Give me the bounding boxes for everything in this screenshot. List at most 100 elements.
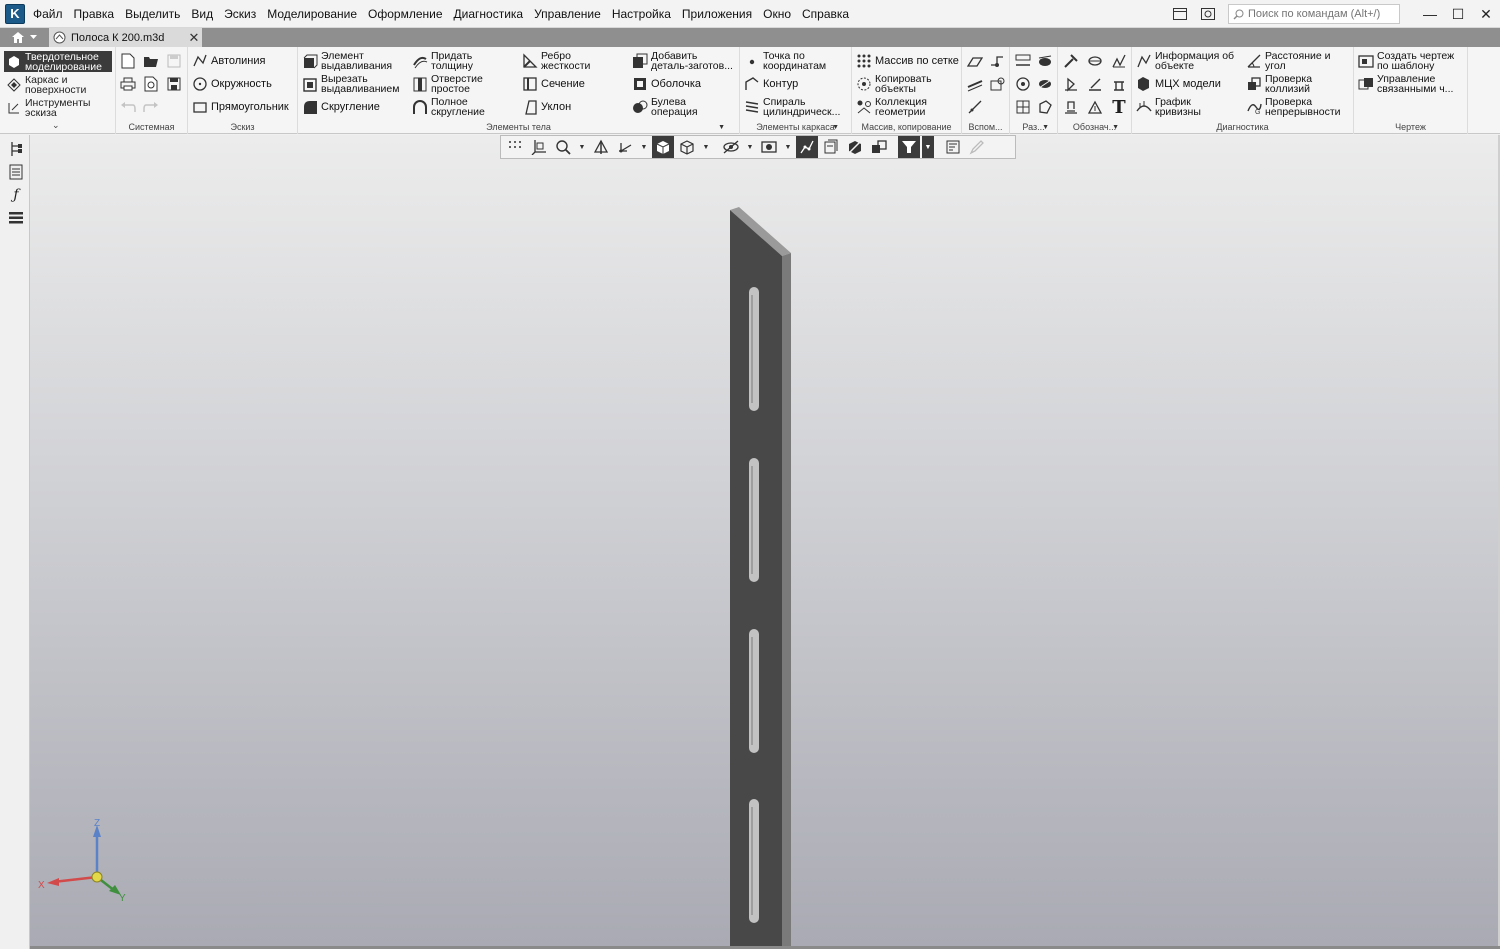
local-cs-icon[interactable] [528, 136, 550, 158]
datum-icon[interactable] [1085, 51, 1105, 71]
variables-icon[interactable]: ƒ [6, 185, 26, 205]
cylindrical-spiral-button[interactable]: Спираль цилиндрическ... [744, 96, 840, 118]
mass-properties-button[interactable]: МЦХ модели [1136, 73, 1221, 95]
pen-tool-icon[interactable] [966, 136, 988, 158]
section-button[interactable]: Сечение [522, 73, 585, 95]
copy-objects-button[interactable]: Копировать объекты [856, 73, 932, 95]
exploded-view-icon[interactable] [868, 136, 890, 158]
base-icon[interactable] [1061, 97, 1081, 117]
part-model[interactable] [30, 135, 1498, 946]
extrude-button[interactable]: Элемент выдавливания [302, 50, 392, 72]
full-round-button[interactable]: Полное скругление [412, 96, 485, 118]
rib-button[interactable]: Ребро жесткости [522, 50, 590, 72]
circle-button[interactable]: Окружность [192, 73, 272, 95]
preview-icon[interactable] [141, 74, 161, 94]
visibility-dropdown-icon[interactable]: ▼ [782, 136, 794, 158]
shell-button[interactable]: Оболочка [632, 73, 701, 95]
filter-icon[interactable] [898, 136, 920, 158]
boolean-button[interactable]: Булева операция [632, 96, 698, 118]
continuity-check-button[interactable]: G Проверка непрерывности [1246, 96, 1341, 118]
menu-item-9[interactable]: Настройка [612, 7, 671, 21]
aux-point-icon[interactable] [987, 51, 1007, 71]
create-drawing-button[interactable]: Создать чертеж по шаблону [1358, 50, 1454, 72]
app-logo[interactable]: K [5, 4, 25, 24]
open-folder-icon[interactable] [141, 51, 161, 71]
add-blank-part-button[interactable]: Добавить деталь-заготов... [632, 50, 733, 72]
text-tool-icon[interactable]: T [1109, 97, 1129, 118]
collision-check-button[interactable]: Проверка коллизий [1246, 73, 1312, 95]
screenshot-icon[interactable] [1196, 4, 1220, 24]
save-all-icon[interactable] [164, 74, 184, 94]
dimension-edit-icon[interactable] [1035, 97, 1055, 117]
menu-item-5[interactable]: Моделирование [267, 7, 357, 21]
angular-dimension-icon[interactable] [1013, 74, 1033, 94]
model-tree-icon[interactable] [6, 139, 26, 159]
distance-angle-button[interactable]: Расстояние и угол [1246, 50, 1331, 72]
orientation-dropdown-icon[interactable]: ▼ [638, 136, 650, 158]
zoom-window-icon[interactable] [552, 136, 574, 158]
menu-item-8[interactable]: Управление [534, 7, 601, 21]
menu-item-10[interactable]: Приложения [682, 7, 752, 21]
position-icon[interactable] [1085, 97, 1105, 117]
aux-plane-icon[interactable] [965, 51, 985, 71]
rectangle-button[interactable]: Прямоугольник [192, 96, 289, 118]
undo-icon[interactable] [118, 97, 138, 117]
hide-dropdown-icon[interactable]: ▼ [744, 136, 756, 158]
dimension-table-icon[interactable] [1013, 97, 1033, 117]
thicken-button[interactable]: Придать толщину [412, 50, 473, 72]
menu-item-0[interactable]: Файл [33, 7, 63, 21]
panels-layout-icon[interactable] [1168, 4, 1192, 24]
zoom-dropdown-icon[interactable]: ▼ [576, 136, 588, 158]
redo-icon[interactable] [141, 97, 161, 117]
filter-dropdown-icon[interactable]: ▼ [922, 136, 934, 158]
radial-dimension-icon[interactable] [1035, 51, 1055, 71]
command-search[interactable] [1228, 4, 1400, 24]
menu-item-7[interactable]: Диагностика [454, 7, 524, 21]
curvature-graph-button[interactable]: График кривизны [1136, 96, 1201, 118]
properties-icon[interactable] [6, 162, 26, 182]
aux-line-icon[interactable] [965, 97, 985, 117]
mode-sketch-tools[interactable]: Инструменты эскиза [4, 97, 112, 118]
point-by-coords-button[interactable]: Точка по координатам [744, 50, 826, 72]
orientation-icon[interactable] [614, 136, 636, 158]
maximize-button[interactable]: ☐ [1444, 0, 1472, 28]
visibility-icon[interactable] [758, 136, 780, 158]
tab-document[interactable]: Полоса К 200.m3d ✕ [49, 28, 202, 47]
tolerance-icon[interactable] [1109, 74, 1129, 94]
menu-item-4[interactable]: Эскиз [224, 7, 256, 21]
shaded-display-icon[interactable] [652, 136, 674, 158]
minimize-button[interactable]: — [1416, 0, 1444, 28]
cut-extrude-button[interactable]: Вырезать выдавливанием [302, 73, 399, 95]
simple-hole-button[interactable]: Отверстие простое [412, 73, 483, 95]
fillet-button[interactable]: Скругление [302, 96, 380, 118]
autoline-button[interactable]: Автолиния [192, 50, 265, 72]
grid-array-button[interactable]: Массив по сетке [856, 50, 959, 72]
display-dropdown-icon[interactable]: ▼ [700, 136, 712, 158]
sketch-visibility-icon[interactable] [796, 136, 818, 158]
object-info-button[interactable]: Информация об объекте [1136, 50, 1234, 72]
roughness-icon[interactable] [1109, 51, 1129, 71]
mode-solid-modeling[interactable]: Твердотельное моделирование [4, 51, 112, 72]
save-icon[interactable] [164, 51, 184, 71]
mode-wireframe-surfaces[interactable]: Каркас и поверхности [4, 74, 112, 95]
cut-view-icon[interactable] [844, 136, 866, 158]
mark-icon[interactable] [1085, 74, 1105, 94]
menu-item-3[interactable]: Вид [191, 7, 213, 21]
search-input[interactable] [1248, 8, 1398, 20]
home-button[interactable] [2, 28, 46, 47]
diameter-dimension-icon[interactable] [1035, 74, 1055, 94]
layers-icon[interactable] [6, 208, 26, 228]
aux-axis-icon[interactable] [965, 74, 985, 94]
expand-chevron-icon[interactable]: ⌄ [52, 120, 60, 131]
menu-item-2[interactable]: Выделить [125, 7, 180, 21]
grid-snap-icon[interactable] [504, 136, 526, 158]
contour-button[interactable]: Контур [744, 73, 798, 95]
normal-to-icon[interactable] [590, 136, 612, 158]
aux-cs-icon[interactable] [987, 74, 1007, 94]
menu-item-6[interactable]: Оформление [368, 7, 442, 21]
leader-icon[interactable] [1061, 51, 1081, 71]
menu-item-12[interactable]: Справка [802, 7, 849, 21]
menu-item-1[interactable]: Правка [74, 7, 115, 21]
weld-icon[interactable] [1061, 74, 1081, 94]
draft-button[interactable]: Уклон [522, 96, 571, 118]
